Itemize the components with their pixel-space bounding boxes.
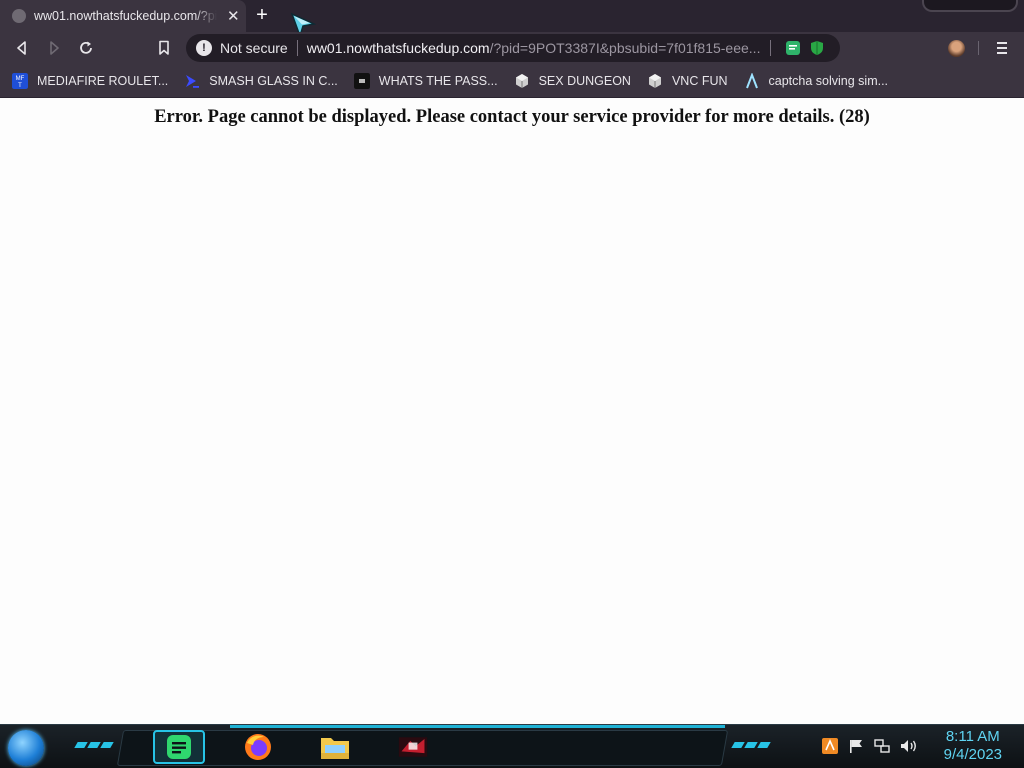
bookmark-label: SEX DUNGEON xyxy=(538,73,631,88)
bookmark-label: WHATS THE PASS... xyxy=(378,73,498,88)
bookmark-label: captcha solving sim... xyxy=(768,73,889,88)
app-tray-icon[interactable] xyxy=(822,738,838,754)
browser-toolbar: ! Not secure ww01.nowthatsfuckedup.com /… xyxy=(0,32,1024,64)
system-tray xyxy=(822,738,918,754)
forward-button[interactable] xyxy=(42,36,66,60)
bookmark-button[interactable] xyxy=(152,36,176,60)
url-host: ww01.nowthatsfuckedup.com xyxy=(306,40,490,56)
tab-title: ww01.nowthatsfuckedup.com/?pid=9POT3387I… xyxy=(34,9,217,23)
bookmark-item[interactable]: captcha solving sim... xyxy=(744,72,889,89)
browser-menu-button[interactable] xyxy=(994,38,1010,58)
firefox-icon xyxy=(245,734,271,760)
cube-icon xyxy=(648,73,661,88)
omnibox-divider xyxy=(296,40,298,56)
bookmark-item[interactable]: MF T MEDIAFIRE ROULET... xyxy=(12,72,169,89)
game-app-icon xyxy=(398,737,428,757)
taskbar-app-file-explorer[interactable] xyxy=(320,732,350,762)
black-square-icon xyxy=(353,72,370,89)
system-clock[interactable]: 8:11 AM 9/4/2023 xyxy=(944,728,1002,764)
bookmarks-bar: MF T MEDIAFIRE ROULET... SMASH GLASS IN C… xyxy=(0,64,1024,98)
bookmark-label: SMASH GLASS IN C... xyxy=(209,73,338,88)
bookmark-item[interactable]: WHATS THE PASS... xyxy=(353,72,498,89)
bookmark-item[interactable]: VNC FUN xyxy=(647,73,728,89)
notes-app-icon xyxy=(167,735,191,759)
taskbar-accent-strip xyxy=(230,725,725,728)
bookmark-item[interactable]: SEX DUNGEON xyxy=(514,73,631,89)
new-tab-button[interactable]: + xyxy=(251,5,273,27)
network-icon[interactable] xyxy=(874,738,890,754)
svg-text:T: T xyxy=(18,83,22,89)
folder-icon xyxy=(321,738,349,759)
error-message: Error. Page cannot be displayed. Please … xyxy=(154,107,870,127)
taskbar-app-notes[interactable] xyxy=(164,732,194,762)
profile-avatar[interactable] xyxy=(948,40,965,57)
omnibox-divider xyxy=(769,40,771,56)
bookmark-item[interactable]: SMASH GLASS IN C... xyxy=(184,73,338,89)
globe-icon xyxy=(12,9,26,23)
svg-text:MF: MF xyxy=(16,76,25,82)
chevron-logo-icon xyxy=(186,74,200,88)
bookmark-label: VNC FUN xyxy=(671,73,728,88)
page-content: Error. Page cannot be displayed. Please … xyxy=(0,98,1024,724)
reload-button[interactable] xyxy=(74,36,98,60)
taskbar-app-firefox[interactable] xyxy=(243,732,273,762)
bookmark-icon xyxy=(159,40,169,55)
start-button[interactable] xyxy=(8,730,44,766)
forward-arrow-icon xyxy=(50,41,59,55)
menu-bar-icon xyxy=(997,52,1007,54)
menu-bar-icon xyxy=(997,42,1007,44)
clock-date: 9/4/2023 xyxy=(943,746,1002,763)
tab-close-button[interactable]: ✕ xyxy=(227,9,240,24)
browser-tab[interactable]: ww01.nowthatsfuckedup.com/?pid=9POT3387I… xyxy=(0,0,246,32)
taskbar-chevron-decoration xyxy=(731,742,771,748)
back-arrow-icon xyxy=(17,41,26,55)
clock-time: 8:11 AM xyxy=(945,728,1000,745)
address-bar[interactable]: ! Not secure ww01.nowthatsfuckedup.com /… xyxy=(186,34,840,62)
cube-icon xyxy=(515,73,528,88)
toolbar-divider xyxy=(978,41,979,55)
url-path: /?pid=9POT3387I&pbsubid=7f01f815-eee... xyxy=(489,40,761,56)
reload-icon xyxy=(80,41,92,54)
tab-strip: ww01.nowthatsfuckedup.com/?pid=9POT3387I… xyxy=(0,0,1024,38)
volume-icon[interactable] xyxy=(900,738,918,754)
security-label[interactable]: Not secure xyxy=(220,40,288,56)
notes-extension-icon[interactable] xyxy=(785,40,801,56)
taskbar-chevron-decoration xyxy=(74,742,114,748)
back-button[interactable] xyxy=(10,36,34,60)
shield-extension-icon[interactable] xyxy=(809,40,825,56)
mediafire-icon: MFT xyxy=(12,72,28,89)
menu-bar-icon xyxy=(997,47,1007,49)
flag-icon[interactable] xyxy=(848,738,864,754)
info-icon[interactable]: ! xyxy=(196,40,212,56)
window-frame-ornament xyxy=(922,0,1018,12)
bookmark-label: MEDIAFIRE ROULET... xyxy=(37,73,169,88)
taskbar: 8:11 AM 9/4/2023 xyxy=(0,724,1024,768)
taskbar-app-game[interactable] xyxy=(398,732,428,762)
lambda-icon xyxy=(745,72,758,88)
